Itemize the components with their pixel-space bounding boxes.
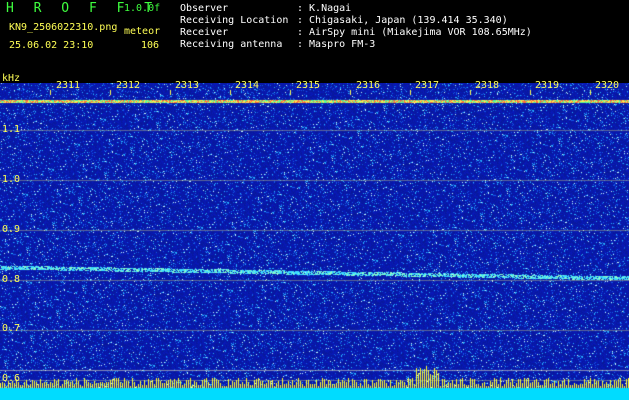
x-tick-label: 2313 bbox=[175, 80, 200, 91]
meta-antenna-label: Receiving antenna bbox=[180, 39, 283, 50]
header-version: 1.0.0f bbox=[124, 3, 161, 14]
meta-location-value: : Chigasaki, Japan (139.414 35.340) bbox=[297, 15, 508, 26]
x-tick-label: 2316 bbox=[356, 80, 381, 91]
x-tick-label: 2318 bbox=[475, 80, 500, 91]
y-tick-label: 1.0 bbox=[2, 174, 21, 185]
meta-location-label: Receiving Location bbox=[180, 15, 289, 26]
header-mode: meteor bbox=[124, 26, 161, 37]
meta-observer-value: : K.Nagai bbox=[297, 3, 352, 14]
meta-receiver-value: : AirSpy mini (Miakejima VOR 108.65MHz) bbox=[297, 27, 532, 38]
x-tick-label: 2312 bbox=[116, 80, 141, 91]
y-tick-label: 1.1 bbox=[2, 124, 21, 135]
meta-antenna-value: : Maspro FM-3 bbox=[297, 39, 376, 50]
header-count: 106 bbox=[141, 40, 160, 51]
y-tick-label: 0.7 bbox=[2, 323, 21, 334]
axis-unit-label: kHz bbox=[2, 73, 21, 84]
x-tick-label: 2317 bbox=[415, 80, 440, 91]
spectrogram-plot bbox=[0, 83, 629, 400]
x-tick-label: 2315 bbox=[296, 80, 321, 91]
x-tick-label: 2320 bbox=[595, 80, 620, 91]
x-tick-label: 2314 bbox=[235, 80, 260, 91]
header-filename: KN9_2506022310.png bbox=[9, 22, 118, 33]
meta-receiver-label: Receiver bbox=[180, 27, 229, 38]
x-tick-label: 2311 bbox=[56, 80, 81, 91]
y-tick-label: 0.8 bbox=[2, 274, 21, 285]
x-tick-label: 2319 bbox=[535, 80, 560, 91]
header-datetime: 25.06.02 23:10 bbox=[9, 40, 94, 51]
meta-observer-label: Observer bbox=[180, 3, 229, 14]
y-tick-label: 0.9 bbox=[2, 224, 21, 235]
y-tick-label: 0.6 bbox=[2, 373, 21, 384]
